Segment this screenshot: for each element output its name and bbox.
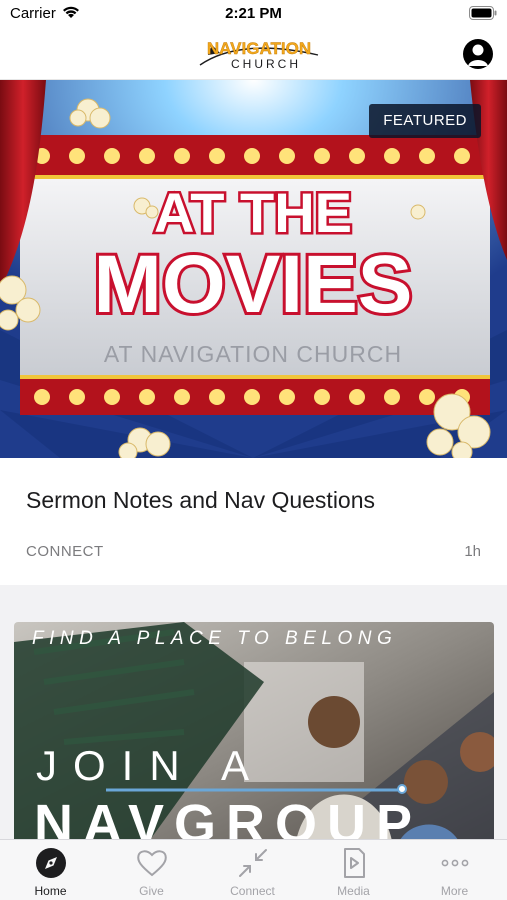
person-icon (468, 44, 488, 66)
tab-connect-label: Connect (230, 884, 275, 898)
feature-timestamp: 1h (464, 543, 481, 560)
tab-more[interactable]: More (404, 840, 505, 900)
tab-bar: Home Give Connect Media More (0, 839, 507, 900)
feature-category: CONNECT (26, 543, 104, 560)
featured-card[interactable]: AT THE MOVIES AT NAVIGATION CHURCH FEATU… (0, 80, 507, 585)
art-subtitle: AT NAVIGATION CHURCH (104, 341, 402, 367)
status-time: 2:21 PM (225, 5, 282, 22)
app-screen: Carrier 2:21 PM NAVIGATION CHURCH AT THE… (0, 0, 507, 900)
at-the-movies-artwork: AT THE MOVIES AT NAVIGATION CHURCH FEATU… (0, 80, 507, 458)
tab-home[interactable]: Home (0, 840, 101, 900)
more-icon (441, 859, 469, 867)
arrows-icon (239, 849, 267, 877)
app-header: NAVIGATION CHURCH (0, 28, 507, 80)
tab-media-label: Media (337, 884, 370, 898)
tab-give[interactable]: Give (101, 840, 202, 900)
art-title-line-1: AT THE (154, 181, 352, 244)
tab-media[interactable]: Media (303, 840, 404, 900)
navigation-church-logo[interactable]: NAVIGATION CHURCH (186, 33, 328, 75)
logo-line-2: CHURCH (231, 57, 301, 71)
heart-icon (137, 850, 167, 877)
navgroup-artwork: FIND A PLACE TO BELONG JOIN A NAVGROUP (14, 622, 494, 862)
tab-more-label: More (440, 884, 469, 898)
tab-give-label: Give (139, 884, 164, 898)
status-bar: Carrier 2:21 PM (0, 0, 507, 28)
battery-icon (469, 6, 497, 20)
profile-button[interactable] (463, 39, 493, 69)
logo-line-1: NAVIGATION (207, 39, 311, 58)
tab-connect[interactable]: Connect (202, 840, 303, 900)
compass-icon (36, 848, 66, 878)
media-icon (344, 848, 365, 878)
feature-title[interactable]: Sermon Notes and Nav Questions (26, 487, 375, 514)
featured-badge: FEATURED (369, 104, 481, 138)
navgroup-tagline: FIND A PLACE TO BELONG (32, 628, 397, 649)
navgroup-line-1: JOIN A (36, 742, 265, 789)
tab-home-label: Home (34, 884, 67, 898)
navgroup-card[interactable]: FIND A PLACE TO BELONG JOIN A NAVGROUP (14, 622, 494, 862)
art-title-line-2: MOVIES (94, 239, 413, 330)
